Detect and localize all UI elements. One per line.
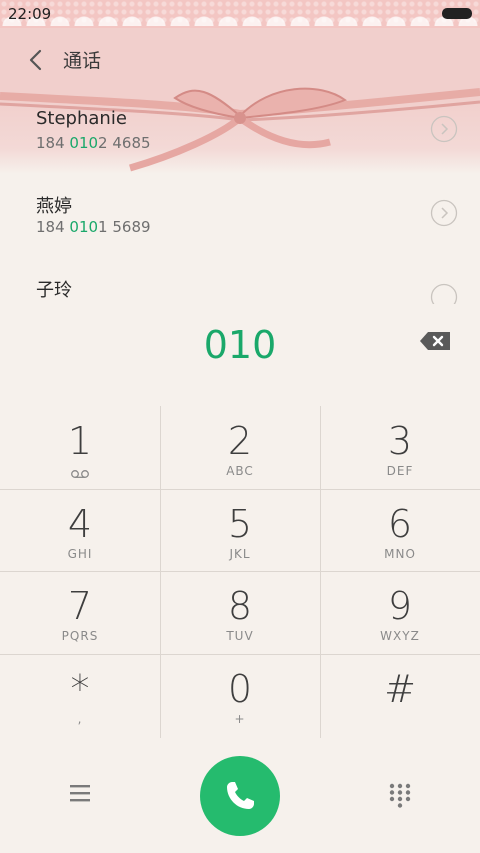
- key-letters: ABC: [226, 464, 254, 478]
- key-digit: 1: [67, 419, 93, 463]
- key-letters: DEF: [386, 464, 414, 478]
- key-7[interactable]: 7 PQRS: [0, 571, 160, 653]
- contact-item[interactable]: 燕婷 184 0101 5689: [0, 192, 480, 276]
- key-digit: 7: [67, 584, 93, 628]
- contact-name: 子玲: [36, 280, 72, 301]
- key-digit: 4: [67, 502, 93, 546]
- key-star[interactable]: * ,: [0, 654, 160, 736]
- key-letters: ,: [77, 712, 83, 726]
- key-4[interactable]: 4 GHI: [0, 489, 160, 571]
- key-digit: *: [70, 667, 90, 711]
- keypad: 1 2 ABC 3 DEF 4 GHI 5 JKL 6 MNO 7 PQRS 8…: [0, 406, 480, 738]
- key-digit: 9: [387, 584, 413, 628]
- key-2[interactable]: 2 ABC: [160, 406, 320, 488]
- status-time: 22:09: [8, 5, 52, 23]
- key-digit: #: [384, 667, 416, 711]
- key-hash[interactable]: #: [320, 654, 480, 736]
- key-digit: 6: [387, 502, 413, 546]
- phone-icon: [227, 782, 254, 809]
- lace-decoration: [0, 0, 480, 26]
- back-arrow-icon[interactable]: [26, 48, 46, 72]
- page-title: 通话: [63, 50, 102, 72]
- contact-name: Stephanie: [36, 108, 127, 129]
- menu-icon[interactable]: [68, 782, 92, 804]
- key-letters: TUV: [226, 629, 254, 643]
- battery-icon: [442, 8, 472, 19]
- dialed-number: 010: [203, 323, 277, 367]
- key-8[interactable]: 8 TUV: [160, 571, 320, 653]
- key-letters: JKL: [229, 547, 251, 561]
- call-button[interactable]: [200, 756, 280, 836]
- backspace-icon[interactable]: [418, 330, 452, 352]
- key-letters: PQRS: [61, 629, 99, 643]
- chevron-circle-icon[interactable]: [430, 115, 458, 143]
- key-9[interactable]: 9 WXYZ: [320, 571, 480, 653]
- key-letters: MNO: [384, 547, 416, 561]
- contact-item[interactable]: Stephanie 184 0102 4685: [0, 108, 480, 192]
- key-digit: 3: [387, 419, 413, 463]
- chevron-circle-icon[interactable]: [430, 199, 458, 227]
- key-digit: 5: [227, 502, 253, 546]
- key-digit: 0: [227, 667, 253, 711]
- voicemail-icon: [71, 470, 89, 478]
- status-bar: 22:09: [0, 0, 480, 28]
- contact-number: 184 0101 5689: [36, 218, 151, 236]
- key-letters: GHI: [67, 547, 93, 561]
- key-3[interactable]: 3 DEF: [320, 406, 480, 488]
- key-5[interactable]: 5 JKL: [160, 489, 320, 571]
- dialpad-icon[interactable]: [388, 782, 412, 808]
- key-6[interactable]: 6 MNO: [320, 489, 480, 571]
- contact-name: 燕婷: [36, 196, 72, 217]
- key-digit: 8: [227, 584, 253, 628]
- key-1[interactable]: 1: [0, 406, 160, 488]
- contact-item[interactable]: 子玲: [0, 276, 480, 304]
- contact-number: 184 0102 4685: [36, 134, 151, 152]
- key-letters: +: [234, 712, 246, 726]
- key-0[interactable]: 0 +: [160, 654, 320, 736]
- key-letters: WXYZ: [380, 629, 420, 643]
- chevron-circle-icon[interactable]: [430, 283, 458, 304]
- key-digit: 2: [227, 419, 253, 463]
